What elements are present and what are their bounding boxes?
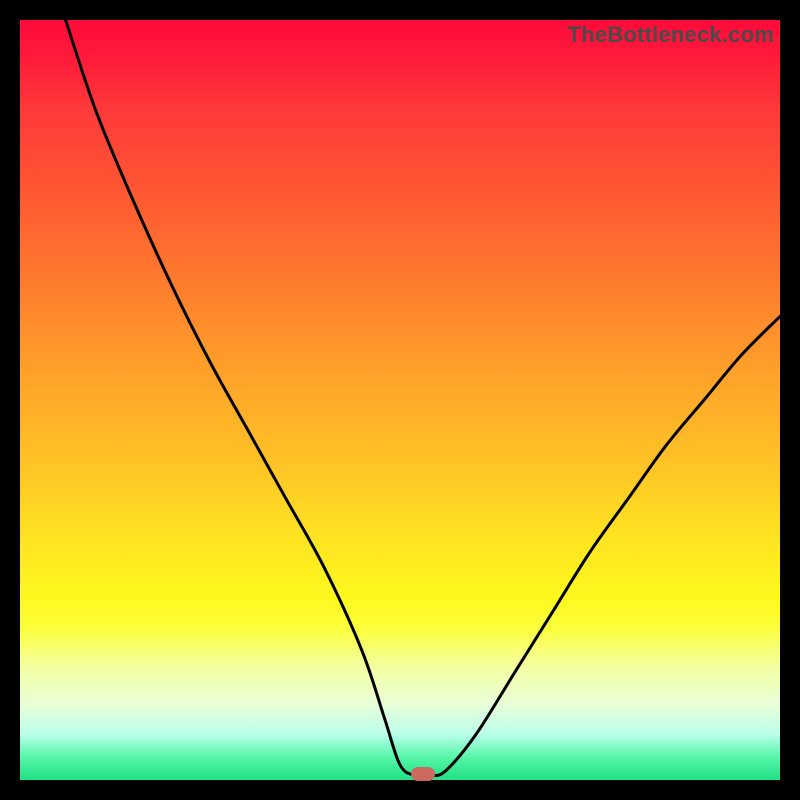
plot-area: TheBottleneck.com bbox=[20, 20, 780, 780]
curve-path bbox=[66, 20, 780, 776]
bottleneck-curve bbox=[20, 20, 780, 780]
chart-frame: TheBottleneck.com bbox=[0, 0, 800, 800]
optimal-marker bbox=[411, 767, 435, 781]
